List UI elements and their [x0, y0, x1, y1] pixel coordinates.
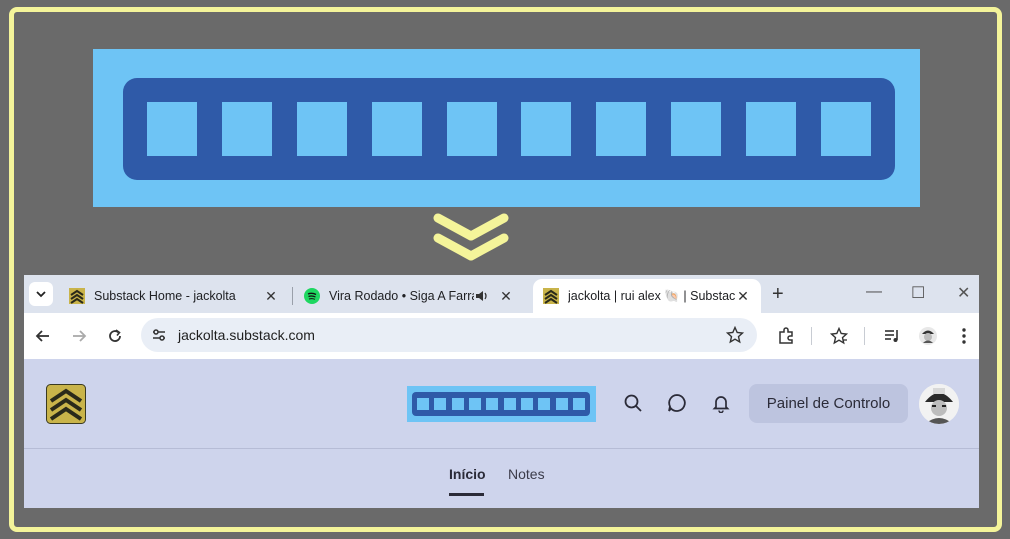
site-settings-icon[interactable]: [151, 327, 167, 343]
bookmark-star-icon[interactable]: [726, 326, 744, 344]
chevron-logo-icon: [543, 288, 559, 304]
chevron-logo-icon: [69, 288, 85, 304]
address-bar[interactable]: jackolta.substack.com: [141, 318, 757, 352]
forward-icon[interactable]: [68, 325, 90, 347]
extensions-icon[interactable]: [775, 325, 797, 347]
speaker-icon[interactable]: [474, 288, 490, 304]
page-content: Painel de Controlo Início Notes: [24, 359, 979, 508]
chevron-down-icon: [36, 291, 46, 298]
double-chevron-down-icon: [433, 213, 509, 261]
browser-window: Substack Home - jackolta ✕ Vira Rodado •…: [24, 275, 979, 508]
search-icon[interactable]: [622, 392, 644, 414]
tab-title: jackolta | rui alex 🐚 | Substack: [568, 288, 735, 303]
chat-icon[interactable]: [666, 392, 688, 414]
profile-avatar-icon[interactable]: [917, 325, 939, 347]
url-text[interactable]: jackolta.substack.com: [178, 327, 315, 343]
bookmarks-icon[interactable]: [828, 325, 850, 347]
close-tab-icon[interactable]: ✕: [498, 288, 514, 305]
menu-dots-icon[interactable]: [953, 325, 975, 347]
tab-title: Vira Rodado • Siga A Farra: [329, 289, 474, 303]
bell-icon[interactable]: [710, 392, 732, 414]
large-logo-bar: [123, 78, 895, 180]
tab-title: Substack Home - jackolta: [94, 289, 236, 303]
new-tab-button[interactable]: +: [772, 283, 784, 306]
tab-inicio[interactable]: Início: [449, 466, 486, 482]
tab-substack-home[interactable]: Substack Home - jackolta ✕: [59, 279, 289, 313]
tab-jackolta[interactable]: jackolta | rui alex 🐚 | Substack ✕: [533, 279, 761, 313]
spotify-icon: [304, 288, 320, 304]
user-avatar[interactable]: [919, 384, 959, 424]
close-window-icon[interactable]: ✕: [957, 283, 970, 303]
active-tab-indicator: [449, 493, 484, 496]
chevron-logo-icon[interactable]: [46, 384, 86, 424]
tab-strip: Substack Home - jackolta ✕ Vira Rodado •…: [24, 275, 979, 313]
browser-toolbar: jackolta.substack.com: [24, 313, 979, 359]
logo-banner: [93, 49, 920, 207]
tab-search-button[interactable]: [29, 282, 53, 306]
tab-notes[interactable]: Notes: [508, 466, 545, 482]
back-icon[interactable]: [32, 325, 54, 347]
toolbar-divider: [864, 327, 865, 345]
minimize-icon[interactable]: —: [866, 283, 882, 301]
dashboard-button[interactable]: Painel de Controlo: [749, 384, 908, 423]
maximize-icon[interactable]: ☐: [911, 283, 925, 303]
reload-icon[interactable]: [104, 325, 126, 347]
tab-divider: [292, 287, 293, 305]
close-tab-icon[interactable]: ✕: [263, 288, 279, 305]
close-tab-icon[interactable]: ✕: [735, 288, 751, 305]
toolbar-divider: [811, 327, 812, 345]
header-divider: [24, 448, 979, 449]
media-queue-icon[interactable]: [881, 325, 903, 347]
tab-spotify[interactable]: Vira Rodado • Siga A Farra ✕: [294, 279, 524, 313]
publication-wordmark[interactable]: [407, 386, 596, 422]
